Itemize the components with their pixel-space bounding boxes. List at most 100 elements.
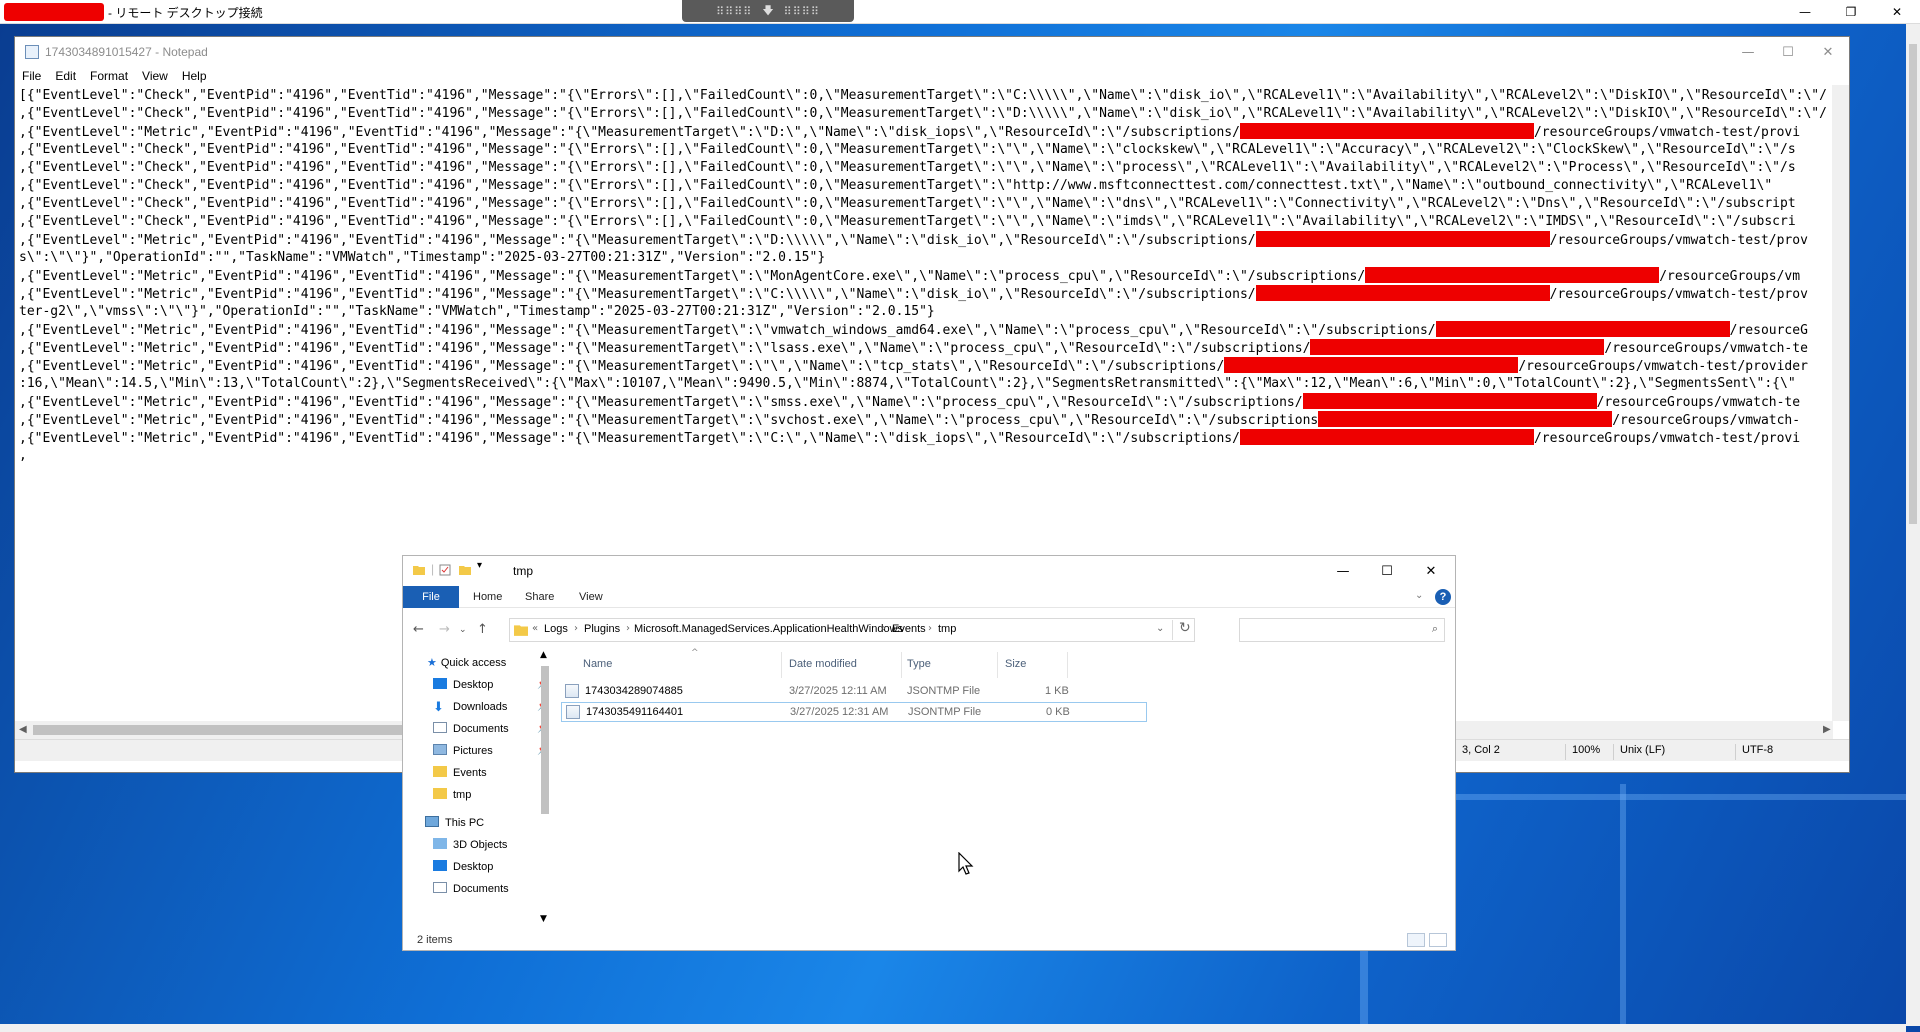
breadcrumb-tmp[interactable]: tmp [938, 623, 956, 635]
column-header-date-modified[interactable]: Date modified [789, 658, 857, 670]
column-divider[interactable] [997, 652, 998, 678]
column-divider[interactable] [901, 652, 902, 678]
chevron-right-icon[interactable]: › [574, 623, 578, 634]
explorer-title-bar[interactable]: | ▾ tmp — ☐ ✕ [403, 556, 1455, 586]
nav-label: Events [453, 767, 487, 779]
breadcrumb-overflow[interactable]: « [532, 623, 538, 634]
back-arrow-icon[interactable]: ← [413, 622, 424, 637]
nav-label: Desktop [453, 861, 494, 873]
ribbon-tab-view[interactable]: View [569, 586, 613, 608]
column-divider[interactable] [781, 652, 782, 678]
notepad-close-button[interactable]: ✕ [1811, 41, 1845, 63]
nav-item-desktop[interactable]: Desktop📌 [433, 674, 549, 696]
nav-quick-access[interactable]: ★ Quick access [427, 652, 506, 674]
details-view-icon[interactable] [1407, 933, 1425, 947]
rdp-restore-button[interactable]: ❐ [1828, 0, 1874, 24]
nav-label: Pictures [453, 745, 493, 757]
file-list: Name ^ Date modified Type Size 174303428… [555, 648, 1455, 928]
pin-down-icon[interactable]: 🡇 [762, 2, 773, 21]
remote-desktop-vertical-scrollbar[interactable] [1906, 24, 1920, 1026]
forward-arrow-icon[interactable]: → [439, 622, 450, 637]
rdp-close-button[interactable]: ✕ [1874, 0, 1920, 24]
scroll-down-icon[interactable]: ▼ [540, 914, 547, 924]
line-text: ,{"EventLevel":"Metric","EventPid":"4196… [19, 269, 1366, 284]
new-folder-icon[interactable] [459, 564, 471, 576]
scroll-up-icon[interactable]: ▲ [540, 650, 547, 660]
menu-help[interactable]: Help [175, 67, 214, 85]
file-date: 3/27/2025 12:31 AM [790, 706, 889, 718]
vertical-scroll-thumb[interactable] [1909, 44, 1917, 524]
nav-item-pc-documents[interactable]: Documents [433, 878, 509, 900]
chevron-down-icon[interactable]: ⌄ [1156, 623, 1164, 634]
menu-edit[interactable]: Edit [48, 67, 83, 85]
menu-format[interactable]: Format [83, 67, 135, 85]
explorer-close-button[interactable]: ✕ [1409, 558, 1453, 584]
nav-item-documents[interactable]: Documents📌 [433, 718, 549, 740]
line-text: /resourceGroups/vm [1659, 269, 1801, 284]
navigation-pane-scrollbar[interactable]: ▲ ▼ [539, 650, 551, 928]
address-bar[interactable]: « Logs › Plugins › Microsoft.ManagedServ… [509, 618, 1195, 642]
notepad-text-line: ,{"EventLevel":"Metric","EventPid":"4196… [19, 321, 1835, 339]
vertical-scroll-thumb[interactable] [541, 666, 549, 814]
large-icons-view-icon[interactable] [1429, 933, 1447, 947]
notepad-maximize-button[interactable]: ☐ [1771, 41, 1805, 63]
search-box[interactable]: ⌕ [1239, 618, 1445, 642]
help-icon[interactable]: ? [1435, 589, 1451, 605]
recent-locations-icon[interactable]: ⌄ [459, 625, 467, 635]
notepad-vertical-scrollbar[interactable] [1832, 85, 1849, 721]
nav-item-tmp[interactable]: tmp [433, 784, 471, 806]
chevron-right-icon[interactable]: › [626, 623, 630, 634]
chevron-right-icon[interactable]: › [882, 623, 886, 634]
notepad-title-bar[interactable]: 1743034891015427 - Notepad — ☐ ✕ [15, 37, 1849, 67]
breadcrumb-plugins[interactable]: Plugins [584, 623, 620, 635]
customize-toolbar-icon[interactable]: ▾ [477, 560, 482, 571]
notepad-text-line: ,{"EventLevel":"Metric","EventPid":"4196… [19, 285, 1835, 303]
ribbon-tab-share[interactable]: Share [515, 586, 564, 608]
explorer-minimize-button[interactable]: — [1321, 558, 1365, 584]
rdp-minimize-button[interactable]: — [1782, 0, 1828, 24]
nav-item-pictures[interactable]: Pictures📌 [433, 740, 549, 762]
menu-view[interactable]: View [135, 67, 175, 85]
file-size: 1 KB [1045, 685, 1069, 697]
line-text: ,{"EventLevel":"Metric","EventPid":"4196… [19, 359, 1225, 374]
column-header-type[interactable]: Type [907, 658, 931, 670]
status-zoom: 100% [1565, 744, 1600, 760]
file-row[interactable]: 1743035491164401 3/27/2025 12:31 AM JSON… [561, 702, 1147, 722]
nav-this-pc[interactable]: This PC [425, 812, 484, 834]
properties-icon[interactable] [439, 564, 451, 576]
chevron-right-icon[interactable]: › [928, 623, 932, 634]
search-input[interactable] [1244, 620, 1414, 640]
menu-file[interactable]: File [15, 67, 48, 85]
breadcrumb-applicationhealthwindows[interactable]: Microsoft.ManagedServices.ApplicationHea… [634, 623, 903, 635]
column-divider[interactable] [1067, 652, 1068, 678]
search-icon[interactable]: ⌕ [1432, 622, 1438, 636]
breadcrumb-logs[interactable]: Logs [544, 623, 568, 635]
file-type: JSONTMP File [908, 706, 982, 718]
connection-bar-grip: ⠿⠿⠿⠿ [783, 4, 820, 18]
expand-ribbon-icon[interactable]: ⌄ [1415, 590, 1423, 601]
scroll-left-icon[interactable]: ◀ [19, 724, 27, 735]
nav-item-pc-desktop[interactable]: Desktop [433, 856, 493, 878]
scroll-right-icon[interactable]: ▶ [1823, 724, 1831, 735]
notepad-minimize-button[interactable]: — [1731, 41, 1765, 63]
line-text: ,{"EventLevel":"Metric","EventPid":"4196… [19, 413, 1319, 428]
file-explorer-window: | ▾ tmp — ☐ ✕ File Home Share View ⌄ ? ←… [402, 555, 1456, 951]
refresh-icon[interactable]: ↻ [1172, 620, 1191, 640]
breadcrumb-events[interactable]: Events [892, 623, 926, 635]
notepad-text-line: ,{"EventLevel":"Check","EventPid":"4196"… [19, 105, 1835, 123]
up-arrow-icon[interactable]: ↑ [477, 622, 488, 637]
redacted-subscription-id [1239, 123, 1534, 139]
file-row[interactable]: 1743034289074885 3/27/2025 12:11 AM JSON… [561, 682, 1147, 702]
sort-ascending-icon: ^ [691, 648, 699, 658]
remote-desktop-horizontal-scrollbar[interactable] [0, 1024, 1906, 1032]
column-header-size[interactable]: Size [1005, 658, 1026, 670]
explorer-maximize-button[interactable]: ☐ [1365, 558, 1409, 584]
line-text: /resourceG [1729, 323, 1808, 338]
column-header-name[interactable]: Name [583, 658, 612, 670]
nav-item-downloads[interactable]: ⬇Downloads📌 [433, 696, 549, 718]
rdp-connection-bar[interactable]: ⠿⠿⠿⠿ 🡇 ⠿⠿⠿⠿ [682, 0, 854, 22]
nav-item-3d-objects[interactable]: 3D Objects [433, 834, 507, 856]
ribbon-tab-home[interactable]: Home [463, 586, 512, 608]
ribbon-tab-file[interactable]: File [403, 586, 459, 608]
nav-item-events[interactable]: Events [433, 762, 487, 784]
